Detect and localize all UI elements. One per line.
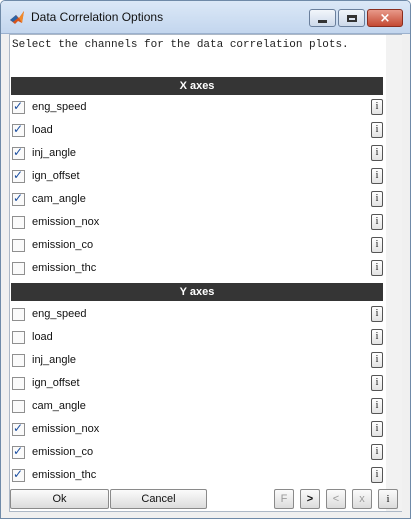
- channel-label: load: [32, 124, 53, 136]
- minimize-icon: [318, 19, 327, 23]
- channel-row: ✓ emission_thc i: [11, 464, 383, 487]
- channel-checkbox[interactable]: [12, 377, 25, 390]
- channel-info-button[interactable]: i: [371, 191, 383, 207]
- maximize-icon: [346, 14, 357, 22]
- clear-button[interactable]: x: [352, 489, 372, 509]
- channel-checkbox[interactable]: ✓: [12, 122, 25, 137]
- channel-checkbox[interactable]: [12, 400, 25, 413]
- window-title: Data Correlation Options: [31, 10, 164, 24]
- channel-row: ✓ inj_angle i: [11, 142, 383, 165]
- channel-row: inj_angle i: [11, 349, 383, 372]
- channel-checkbox[interactable]: ✓: [12, 444, 25, 459]
- channel-row: emission_thc i: [11, 257, 383, 280]
- title-bar: Data Correlation Options ×: [1, 1, 410, 34]
- channel-label: cam_angle: [32, 193, 86, 205]
- info-button[interactable]: i: [378, 489, 398, 509]
- channel-info-button[interactable]: i: [371, 444, 383, 460]
- channel-label: eng_speed: [32, 308, 87, 320]
- channel-panel: Select the channels for the data correla…: [9, 34, 402, 512]
- minimize-button[interactable]: [309, 9, 336, 27]
- instructions-text: Select the channels for the data correla…: [12, 39, 349, 51]
- check-icon: ✓: [13, 467, 24, 481]
- channel-label: emission_co: [32, 446, 94, 458]
- channel-label: emission_nox: [32, 216, 100, 228]
- check-icon: ✓: [13, 191, 24, 205]
- x-axes-header: X axes: [11, 77, 383, 95]
- channel-checkbox[interactable]: ✓: [12, 421, 25, 436]
- next-button[interactable]: >: [300, 489, 320, 509]
- maximize-button[interactable]: [338, 9, 365, 27]
- check-icon: ✓: [13, 168, 24, 182]
- check-icon: ✓: [13, 99, 24, 113]
- channel-info-button[interactable]: i: [371, 467, 383, 483]
- bottom-button-bar: Ok Cancel F > < x i: [9, 489, 402, 511]
- close-icon: ×: [379, 10, 391, 26]
- channel-label: cam_angle: [32, 400, 86, 412]
- channel-info-button[interactable]: i: [371, 237, 383, 253]
- channel-label: emission_nox: [32, 423, 100, 435]
- cancel-button[interactable]: Cancel: [110, 489, 207, 509]
- channel-label: emission_thc: [32, 262, 97, 274]
- channel-info-button[interactable]: i: [371, 99, 383, 115]
- channel-row: ✓ emission_nox i: [11, 418, 383, 441]
- channel-checkbox[interactable]: ✓: [12, 145, 25, 160]
- channel-label: load: [32, 331, 53, 343]
- previous-button[interactable]: <: [326, 489, 346, 509]
- channel-row: emission_co i: [11, 234, 383, 257]
- check-icon: ✓: [13, 145, 24, 159]
- channel-row: cam_angle i: [11, 395, 383, 418]
- channel-info-button[interactable]: i: [371, 398, 383, 414]
- channel-checkbox[interactable]: ✓: [12, 191, 25, 206]
- check-icon: ✓: [13, 421, 24, 435]
- channel-info-button[interactable]: i: [371, 306, 383, 322]
- channel-checkbox[interactable]: [12, 239, 25, 252]
- matlab-logo-icon: [10, 11, 24, 24]
- channel-row: ✓ emission_co i: [11, 441, 383, 464]
- channel-info-button[interactable]: i: [371, 168, 383, 184]
- channel-checkbox[interactable]: [12, 216, 25, 229]
- channel-label: ign_offset: [32, 377, 80, 389]
- channel-row: ✓ eng_speed i: [11, 96, 383, 119]
- ok-button[interactable]: Ok: [10, 489, 109, 509]
- channel-label: emission_co: [32, 239, 94, 251]
- channel-checkbox[interactable]: [12, 331, 25, 344]
- channel-label: eng_speed: [32, 101, 87, 113]
- channel-row: ✓ load i: [11, 119, 383, 142]
- close-button[interactable]: ×: [367, 9, 403, 27]
- first-button[interactable]: F: [274, 489, 294, 509]
- channel-checkbox[interactable]: [12, 308, 25, 321]
- channel-label: ign_offset: [32, 170, 80, 182]
- channel-row: load i: [11, 326, 383, 349]
- channel-info-button[interactable]: i: [371, 214, 383, 230]
- channel-info-button[interactable]: i: [371, 352, 383, 368]
- channel-label: inj_angle: [32, 147, 77, 159]
- channel-info-button[interactable]: i: [371, 145, 383, 161]
- channel-info-button[interactable]: i: [371, 329, 383, 345]
- channel-row: eng_speed i: [11, 303, 383, 326]
- channel-checkbox[interactable]: ✓: [12, 99, 25, 114]
- channel-checkbox[interactable]: [12, 262, 25, 275]
- dialog-window: Data Correlation Options × Select the ch…: [0, 0, 411, 519]
- channel-info-button[interactable]: i: [371, 122, 383, 138]
- channel-row: ✓ cam_angle i: [11, 188, 383, 211]
- channel-checkbox[interactable]: ✓: [12, 168, 25, 183]
- check-icon: ✓: [13, 122, 24, 136]
- channel-info-button[interactable]: i: [371, 421, 383, 437]
- channel-row: ✓ ign_offset i: [11, 165, 383, 188]
- channel-checkbox[interactable]: ✓: [12, 467, 25, 482]
- y-axes-header: Y axes: [11, 283, 383, 301]
- scrollbar[interactable]: [386, 35, 402, 511]
- channel-checkbox[interactable]: [12, 354, 25, 367]
- channel-label: inj_angle: [32, 354, 77, 366]
- check-icon: ✓: [13, 444, 24, 458]
- channel-row: ign_offset i: [11, 372, 383, 395]
- channel-info-button[interactable]: i: [371, 375, 383, 391]
- channel-info-button[interactable]: i: [371, 260, 383, 276]
- channel-label: emission_thc: [32, 469, 97, 481]
- channel-row: emission_nox i: [11, 211, 383, 234]
